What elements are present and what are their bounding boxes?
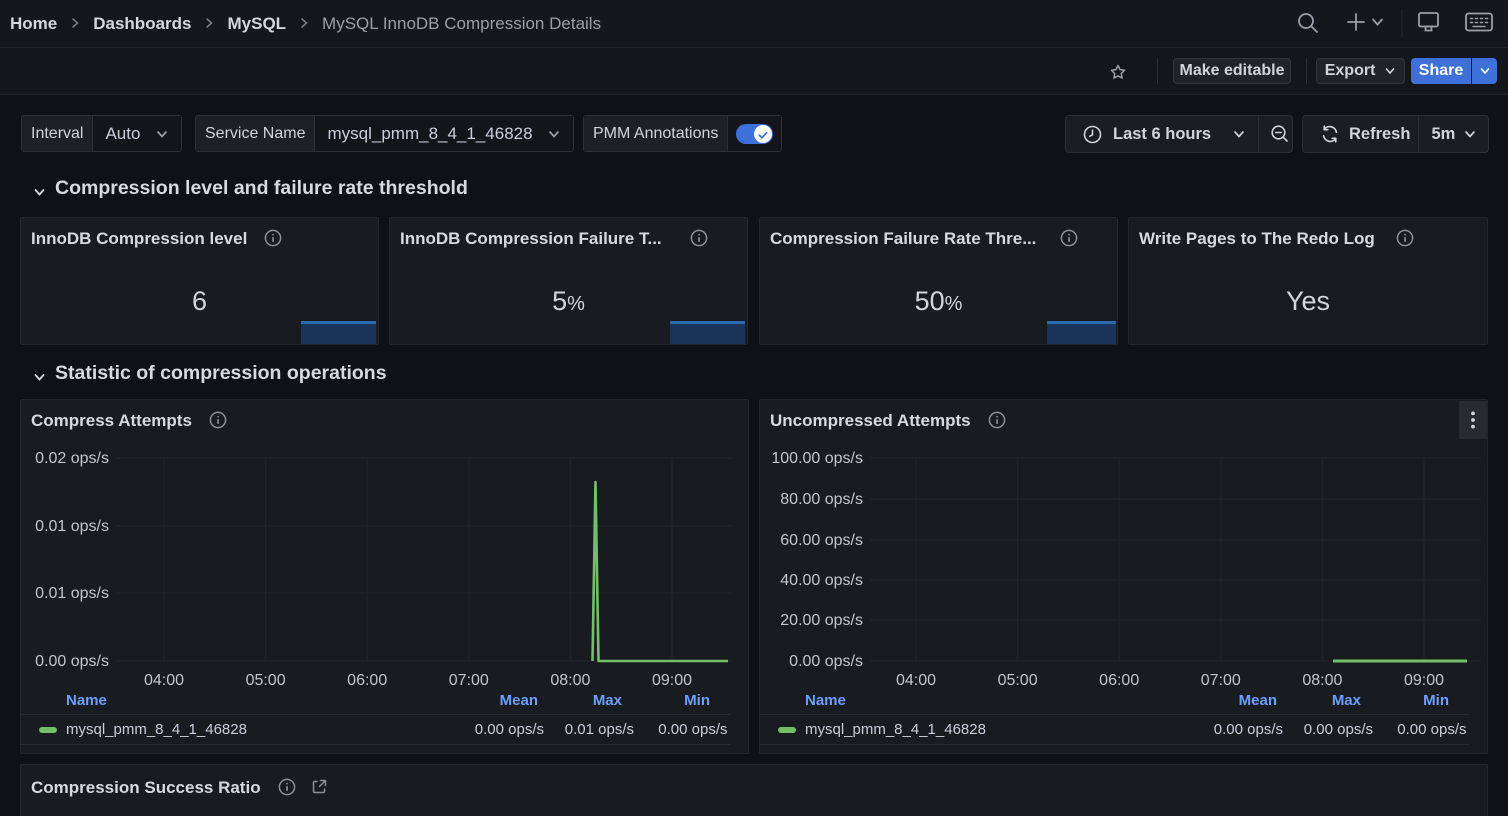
svg-text:20.00 ops/s: 20.00 ops/s [780,612,863,629]
svg-text:08:00: 08:00 [1302,672,1342,689]
svg-text:06:00: 06:00 [1099,672,1139,689]
svg-text:80.00 ops/s: 80.00 ops/s [780,491,863,508]
svg-text:0.02 ops/s: 0.02 ops/s [35,450,109,467]
svg-text:0.01 ops/s: 0.01 ops/s [35,585,109,602]
svg-text:0.00 ops/s: 0.00 ops/s [789,653,863,670]
svg-text:04:00: 04:00 [144,672,184,689]
svg-text:07:00: 07:00 [449,672,489,689]
svg-text:06:00: 06:00 [347,672,387,689]
svg-text:100.00 ops/s: 100.00 ops/s [771,450,863,467]
svg-text:0.01 ops/s: 0.01 ops/s [35,518,109,535]
svg-text:05:00: 05:00 [246,672,286,689]
svg-text:09:00: 09:00 [1404,672,1444,689]
svg-text:08:00: 08:00 [550,672,590,689]
svg-text:09:00: 09:00 [652,672,692,689]
svg-text:40.00 ops/s: 40.00 ops/s [780,572,863,589]
svg-text:07:00: 07:00 [1201,672,1241,689]
svg-text:04:00: 04:00 [896,672,936,689]
svg-text:60.00 ops/s: 60.00 ops/s [780,532,863,549]
svg-text:0.00 ops/s: 0.00 ops/s [35,653,109,670]
svg-text:05:00: 05:00 [998,672,1038,689]
